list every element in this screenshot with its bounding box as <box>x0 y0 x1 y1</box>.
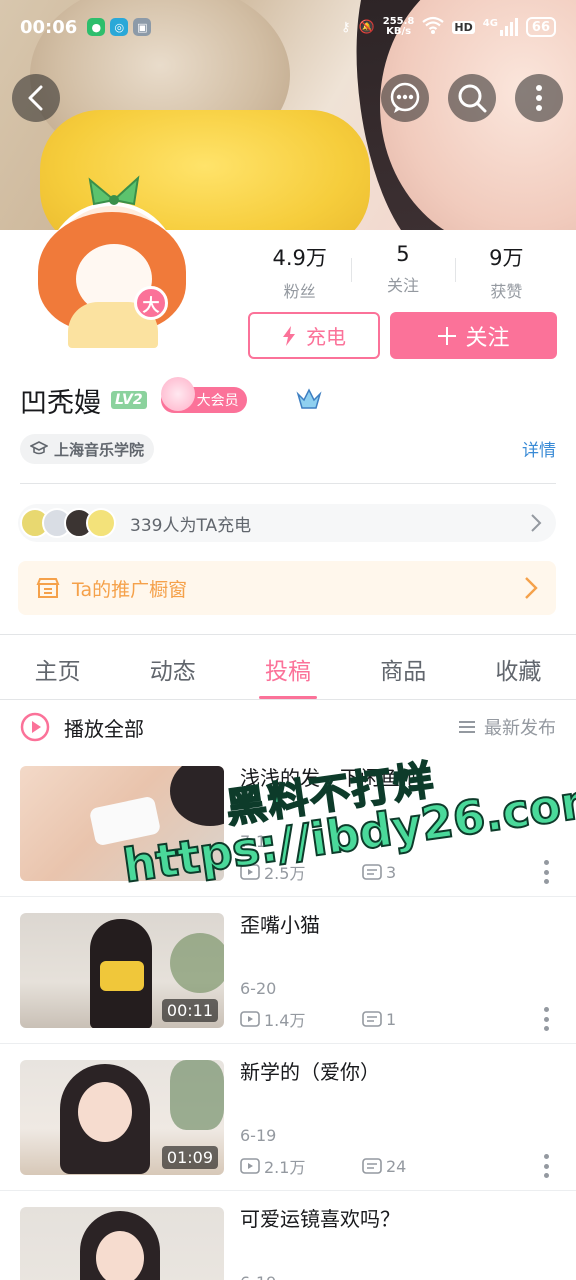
charge-text: 人为TA充电 <box>162 515 252 536</box>
profile-stats: 4.9万 粉丝 5 关注 9万 获赞 <box>248 242 558 302</box>
status-bar: 00:06 ● ◎ ▣ ⚷ 🔕 255.8 KB/s HD 4G 66 <box>0 0 576 54</box>
signal-icon: 4G <box>483 18 518 36</box>
back-arrow-icon <box>28 85 43 111</box>
vip-avatar-badge: 大 <box>134 286 168 320</box>
promo-shop-row[interactable]: Ta的推广橱窗 <box>18 561 556 615</box>
key-icon: ⚷ <box>341 19 351 35</box>
app-icon: ◎ <box>110 18 129 36</box>
school-tag[interactable]: 上海音乐学院 <box>20 434 155 464</box>
comment-count: 24 <box>362 1157 484 1176</box>
chat-bubble-icon <box>390 82 420 113</box>
vertical-dots-icon <box>536 85 542 111</box>
tab-dynamics[interactable]: 动态 <box>115 640 230 699</box>
divider <box>20 483 556 484</box>
follow-button[interactable]: 关注 <box>390 312 557 359</box>
chevron-right-icon <box>525 577 538 599</box>
view-count: 1.4万 <box>240 1007 362 1031</box>
list-header: 播放全部 最新发布 <box>20 710 556 744</box>
message-button[interactable] <box>381 74 429 122</box>
username: 凹秃嫚 <box>20 387 101 419</box>
charge-button[interactable]: 充电 <box>248 312 380 359</box>
tab-uploads[interactable]: 投稿 <box>230 640 345 699</box>
video-date: 6-20 <box>240 979 277 998</box>
comment-count: 3 <box>362 863 484 882</box>
comment-icon <box>362 1011 382 1027</box>
video-title[interactable]: 浅浅的发一下闲鱼吧 <box>240 762 420 791</box>
battery-indicator: 66 <box>525 17 556 37</box>
charge-count: 339 <box>130 515 163 536</box>
comment-icon <box>362 1158 382 1174</box>
video-thumbnail[interactable]: 00:11 <box>20 913 224 1028</box>
video-item[interactable]: 01:09 新学的（爱你） 6-19 2.1万 24 <box>0 1044 576 1191</box>
chevron-right-icon <box>531 514 542 532</box>
view-count: 2.1万 <box>240 1154 362 1178</box>
avatar-bow-decoration <box>88 175 140 206</box>
video-date: 6-19 <box>240 1273 276 1280</box>
avatar[interactable]: 大 <box>38 172 186 348</box>
video-title[interactable]: 歪嘴小猫 <box>240 909 320 938</box>
section-divider <box>0 634 576 635</box>
wifi-icon <box>422 16 445 38</box>
lightning-icon <box>283 325 295 346</box>
name-row: 凹秃嫚 LV2 大会员 <box>20 377 323 419</box>
video-date: 6-19 <box>240 1126 277 1145</box>
cake-icon <box>160 377 195 411</box>
wechat-icon: ● <box>87 18 106 36</box>
play-count-icon <box>240 1011 260 1027</box>
video-thumbnail[interactable] <box>20 1207 224 1280</box>
play-all-button[interactable]: 播放全部 <box>64 713 144 742</box>
video-item[interactable]: 可爱运镜喜欢吗？ 6-19 <box>0 1191 576 1280</box>
sort-button[interactable]: 最新发布 <box>458 714 556 740</box>
comment-icon <box>362 864 382 880</box>
search-button[interactable] <box>448 74 496 122</box>
video-thumbnail[interactable] <box>20 766 224 881</box>
list-icon <box>459 721 475 733</box>
video-date: 7-1 <box>240 832 267 851</box>
view-count: 2.5万 <box>240 860 362 884</box>
graduation-cap-icon <box>30 441 48 455</box>
supporter-avatar <box>86 508 116 538</box>
profile-tabs: 主页 动态 投稿 商品 收藏 <box>0 640 576 700</box>
crown-icon[interactable] <box>295 386 323 414</box>
network-speed: 255.8 KB/s <box>382 16 415 37</box>
shop-icon <box>36 578 60 598</box>
stat-likes[interactable]: 9万 获赞 <box>454 242 558 302</box>
level-badge: LV2 <box>111 391 147 409</box>
plus-icon <box>438 326 457 345</box>
video-more-button[interactable] <box>544 1154 550 1178</box>
video-more-button[interactable] <box>544 1007 550 1031</box>
tab-favorites[interactable]: 收藏 <box>461 640 576 699</box>
vip-badge[interactable]: 大会员 <box>160 377 247 413</box>
details-link[interactable]: 详情 <box>522 436 556 461</box>
play-all-icon[interactable] <box>20 712 50 742</box>
shop-label: Ta的推广橱窗 <box>72 578 188 601</box>
video-more-button[interactable] <box>544 860 550 884</box>
comment-count: 1 <box>362 1010 484 1029</box>
mute-bell-icon: 🔕 <box>358 19 375 35</box>
search-icon <box>458 84 487 113</box>
video-thumbnail[interactable]: 01:09 <box>20 1060 224 1175</box>
stat-following[interactable]: 5 关注 <box>351 242 454 302</box>
more-menu-button[interactable] <box>515 74 563 122</box>
tab-goods[interactable]: 商品 <box>346 640 461 699</box>
app-icon-2: ▣ <box>133 18 152 36</box>
hd-badge: HD <box>452 20 475 34</box>
video-item[interactable]: 浅浅的发一下闲鱼吧 7-1 2.5万 3 <box>0 750 576 897</box>
video-duration: 01:09 <box>161 1146 218 1169</box>
video-title[interactable]: 新学的（爱你） <box>240 1056 380 1085</box>
play-count-icon <box>240 864 260 880</box>
video-duration: 00:11 <box>161 999 218 1022</box>
video-item[interactable]: 00:11 歪嘴小猫 6-20 1.4万 1 <box>0 897 576 1044</box>
status-time: 00:06 <box>20 16 78 38</box>
play-count-icon <box>240 1158 260 1174</box>
video-title[interactable]: 可爱运镜喜欢吗？ <box>240 1203 400 1232</box>
tab-home[interactable]: 主页 <box>0 640 115 699</box>
stat-fans[interactable]: 4.9万 粉丝 <box>248 242 351 302</box>
charge-supporters-row[interactable]: 339人为TA充电 <box>18 504 556 542</box>
back-button[interactable] <box>12 74 60 122</box>
